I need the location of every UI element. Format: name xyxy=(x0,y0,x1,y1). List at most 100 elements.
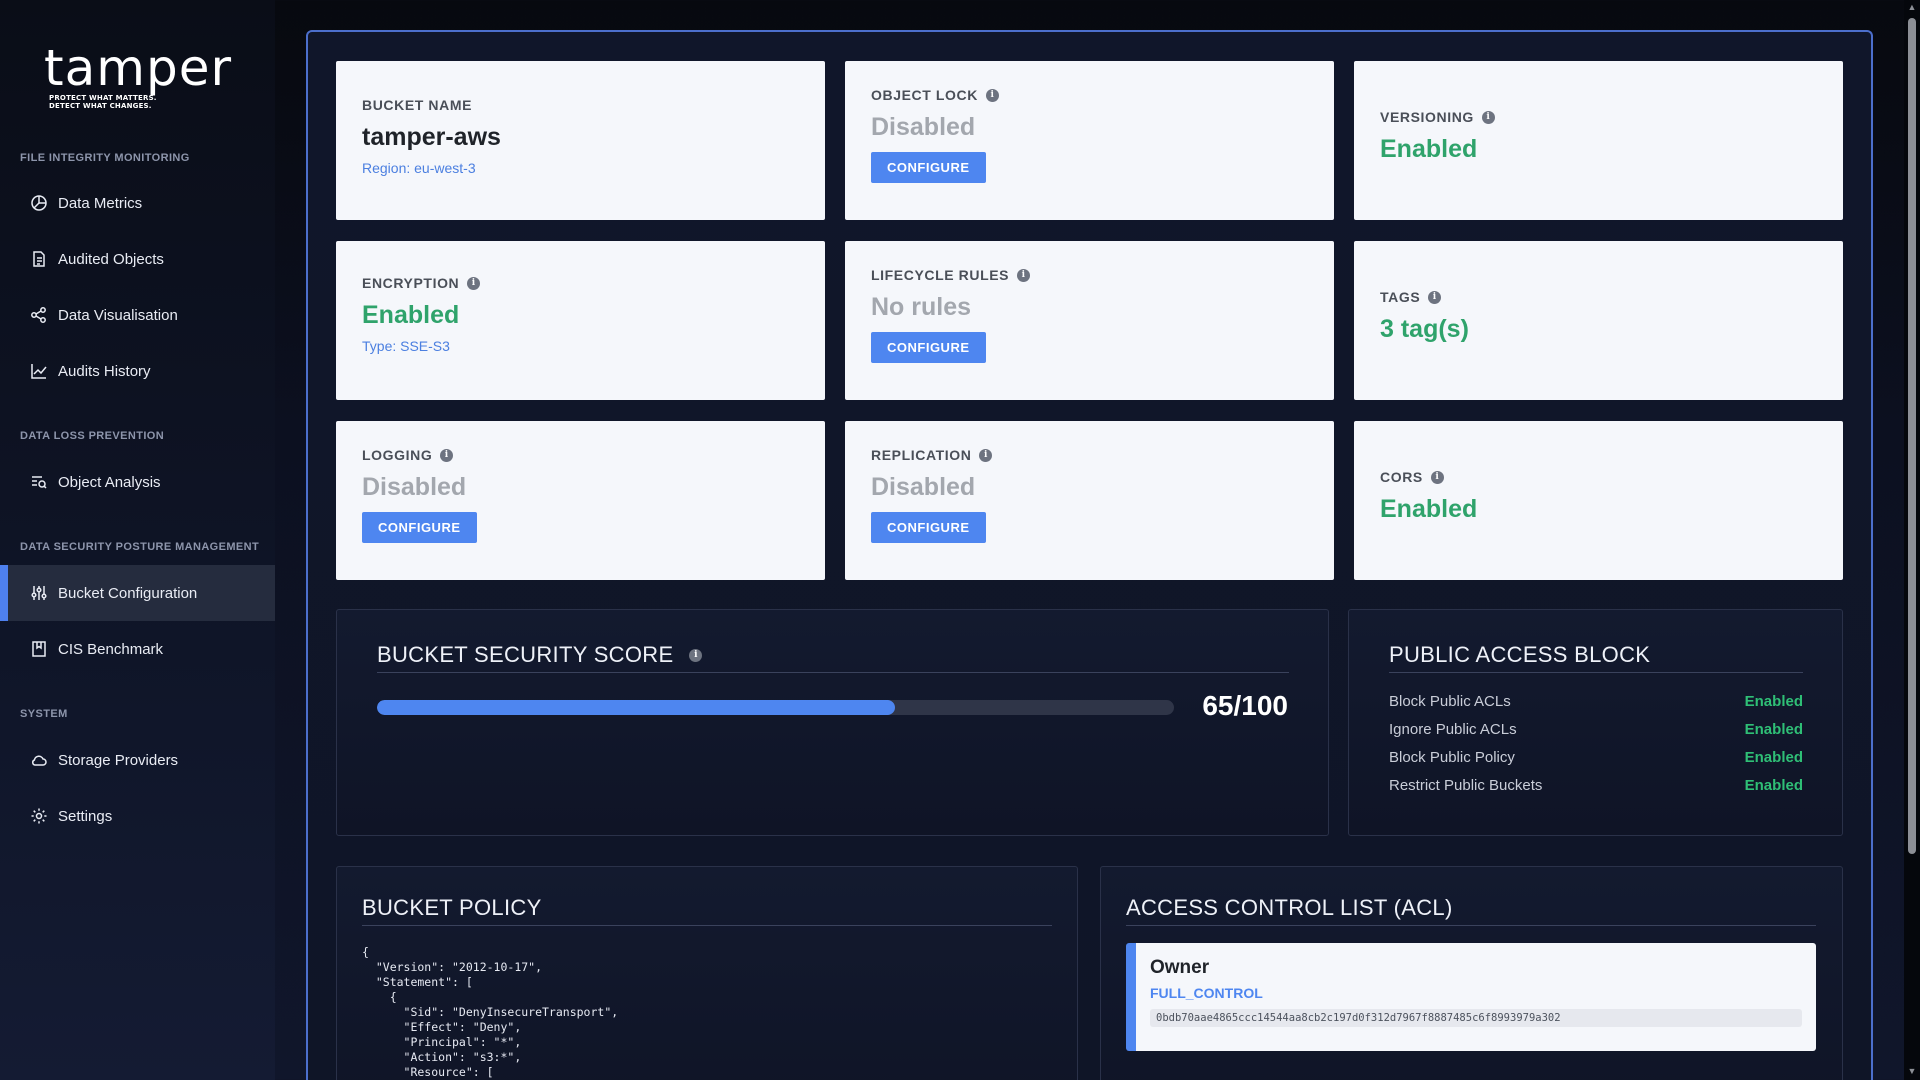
scroll-down-icon[interactable]: ▼ xyxy=(1907,1066,1917,1076)
nav-section-fim: FILE INTEGRITY MONITORING xyxy=(20,152,190,164)
info-icon[interactable]: i xyxy=(985,88,999,102)
card-label-text: LOGGING xyxy=(362,447,433,463)
line-chart-icon xyxy=(30,362,48,380)
card-lifecycle-rules: LIFECYCLE RULES i No rules CONFIGURE xyxy=(845,241,1334,400)
pab-value: Enabled xyxy=(1744,777,1803,794)
sidebar: tamper PROTECT WHAT MATTERS. DETECT WHAT… xyxy=(0,0,275,1080)
divider xyxy=(1126,925,1816,926)
sidebar-item-label: Object Analysis xyxy=(58,473,161,491)
nav-section-dlp: DATA LOSS PREVENTION xyxy=(20,430,165,442)
sidebar-item-label: Audits History xyxy=(58,362,151,380)
card-label: CORS i xyxy=(1380,469,1817,485)
logging-value: Disabled xyxy=(362,473,467,501)
card-label: LIFECYCLE RULES i xyxy=(871,267,1308,283)
info-icon[interactable]: i xyxy=(979,448,993,462)
document-icon xyxy=(30,250,48,268)
sidebar-item-settings[interactable]: Settings xyxy=(0,788,275,844)
card-label: REPLICATION i xyxy=(871,447,1308,463)
pab-key: Block Public Policy xyxy=(1389,749,1515,766)
card-tags: TAGS i 3 tag(s) xyxy=(1354,241,1843,400)
nav-section-dspm: DATA SECURITY POSTURE MANAGEMENT xyxy=(20,541,260,553)
info-icon[interactable]: i xyxy=(467,276,481,290)
sidebar-item-label: Bucket Configuration xyxy=(58,584,198,602)
public-access-block-title: PUBLIC ACCESS BLOCK xyxy=(1389,642,1651,667)
card-label-text: REPLICATION xyxy=(871,447,972,463)
sidebar-item-label: Data Metrics xyxy=(58,194,143,212)
bucket-name-value: tamper-aws xyxy=(362,123,501,151)
graph-nodes-icon xyxy=(30,306,48,324)
divider xyxy=(377,672,1289,673)
security-score-bar xyxy=(377,700,1174,715)
card-label-text: TAGS xyxy=(1380,289,1421,305)
object-lock-value: Disabled xyxy=(871,113,976,141)
card-label: BUCKET NAME xyxy=(362,97,473,113)
security-score-title: BUCKET SECURITY SCORE i xyxy=(377,642,703,668)
sidebar-item-cis-benchmark[interactable]: CIS Benchmark xyxy=(0,621,275,677)
acl-permission: FULL_CONTROL xyxy=(1150,985,1263,1001)
info-icon[interactable]: i xyxy=(440,448,454,462)
sidebar-item-storage-providers[interactable]: Storage Providers xyxy=(0,732,275,788)
gear-icon xyxy=(30,807,48,825)
card-label-text: VERSIONING xyxy=(1380,109,1474,125)
card-label: OBJECT LOCK i xyxy=(871,87,1308,103)
lifecycle-value: No rules xyxy=(871,293,972,321)
info-icon[interactable]: i xyxy=(689,648,703,662)
acl-grantee-name: Owner xyxy=(1150,957,1210,978)
info-icon[interactable]: i xyxy=(1481,110,1495,124)
card-label-text: OBJECT LOCK xyxy=(871,87,978,103)
sidebar-item-data-visualisation[interactable]: Data Visualisation xyxy=(0,287,275,343)
bucket-policy-title: BUCKET POLICY xyxy=(362,895,542,920)
acl-panel: ACCESS CONTROL LIST (ACL) Owner FULL_CON… xyxy=(1100,866,1843,1080)
card-versioning: VERSIONING i Enabled xyxy=(1354,61,1843,220)
brand-name: tamper xyxy=(44,39,233,97)
pab-row: Block Public ACLs Enabled xyxy=(1389,693,1803,710)
encryption-value: Enabled xyxy=(362,301,460,329)
divider xyxy=(1389,672,1803,673)
info-icon[interactable]: i xyxy=(1428,290,1442,304)
card-label-text: LIFECYCLE RULES xyxy=(871,267,1010,283)
brand-logo[interactable]: tamper PROTECT WHAT MATTERS. DETECT WHAT… xyxy=(44,42,244,110)
configure-replication-button[interactable]: CONFIGURE xyxy=(871,512,986,543)
sidebar-item-label: Data Visualisation xyxy=(58,306,178,324)
security-score-panel: BUCKET SECURITY SCORE i 65/100 xyxy=(336,609,1329,836)
bookmark-book-icon xyxy=(30,640,48,658)
sidebar-item-audits-history[interactable]: Audits History xyxy=(0,343,275,399)
info-icon[interactable]: i xyxy=(1017,268,1031,282)
pab-key: Restrict Public Buckets xyxy=(1389,777,1543,794)
sidebar-item-label: Settings xyxy=(58,807,113,825)
sidebar-item-audited-objects[interactable]: Audited Objects xyxy=(0,231,275,287)
pab-row: Ignore Public ACLs Enabled xyxy=(1389,721,1803,738)
sidebar-item-object-analysis[interactable]: Object Analysis xyxy=(0,454,275,510)
pab-value: Enabled xyxy=(1744,749,1803,766)
cloud-icon xyxy=(30,751,48,769)
card-label: VERSIONING i xyxy=(1380,109,1817,125)
configure-object-lock-button[interactable]: CONFIGURE xyxy=(871,152,986,183)
sidebar-item-bucket-configuration[interactable]: Bucket Configuration xyxy=(0,565,275,621)
cors-value: Enabled xyxy=(1380,495,1478,523)
bucket-policy-code[interactable]: { "Version": "2012-10-17", "Statement": … xyxy=(362,945,618,1080)
encryption-type: Type: SSE-S3 xyxy=(362,338,450,354)
page-scrollbar[interactable]: ▲ ▼ xyxy=(1904,0,1920,1080)
card-label-text: CORS xyxy=(1380,469,1423,485)
versioning-value: Enabled xyxy=(1380,135,1478,163)
scroll-up-icon[interactable]: ▲ xyxy=(1907,2,1917,12)
brand-tagline-2: DETECT WHAT CHANGES. xyxy=(49,102,152,110)
scroll-thumb[interactable] xyxy=(1908,18,1916,854)
acl-entry: Owner FULL_CONTROL 0bdb70aae4865ccc14544… xyxy=(1126,943,1816,1051)
bucket-policy-panel: BUCKET POLICY { "Version": "2012-10-17",… xyxy=(336,866,1078,1080)
list-search-icon xyxy=(30,473,48,491)
configure-lifecycle-button[interactable]: CONFIGURE xyxy=(871,332,986,363)
card-label: ENCRYPTION i xyxy=(362,275,799,291)
pab-row: Block Public Policy Enabled xyxy=(1389,749,1803,766)
divider xyxy=(362,925,1052,926)
card-object-lock: OBJECT LOCK i Disabled CONFIGURE xyxy=(845,61,1334,220)
pie-chart-icon xyxy=(30,194,48,212)
info-icon[interactable]: i xyxy=(1430,470,1444,484)
configure-logging-button[interactable]: CONFIGURE xyxy=(362,512,477,543)
pab-value: Enabled xyxy=(1744,721,1803,738)
acl-canonical-id: 0bdb70aae4865ccc14544aa8cb2c197d0f312d79… xyxy=(1150,1009,1802,1027)
sidebar-item-data-metrics[interactable]: Data Metrics xyxy=(0,175,275,231)
card-bucket-name: BUCKET NAME tamper-aws Region: eu-west-3 xyxy=(336,61,825,220)
panel-title-text: BUCKET SECURITY SCORE xyxy=(377,642,674,667)
tags-value: 3 tag(s) xyxy=(1380,315,1469,343)
